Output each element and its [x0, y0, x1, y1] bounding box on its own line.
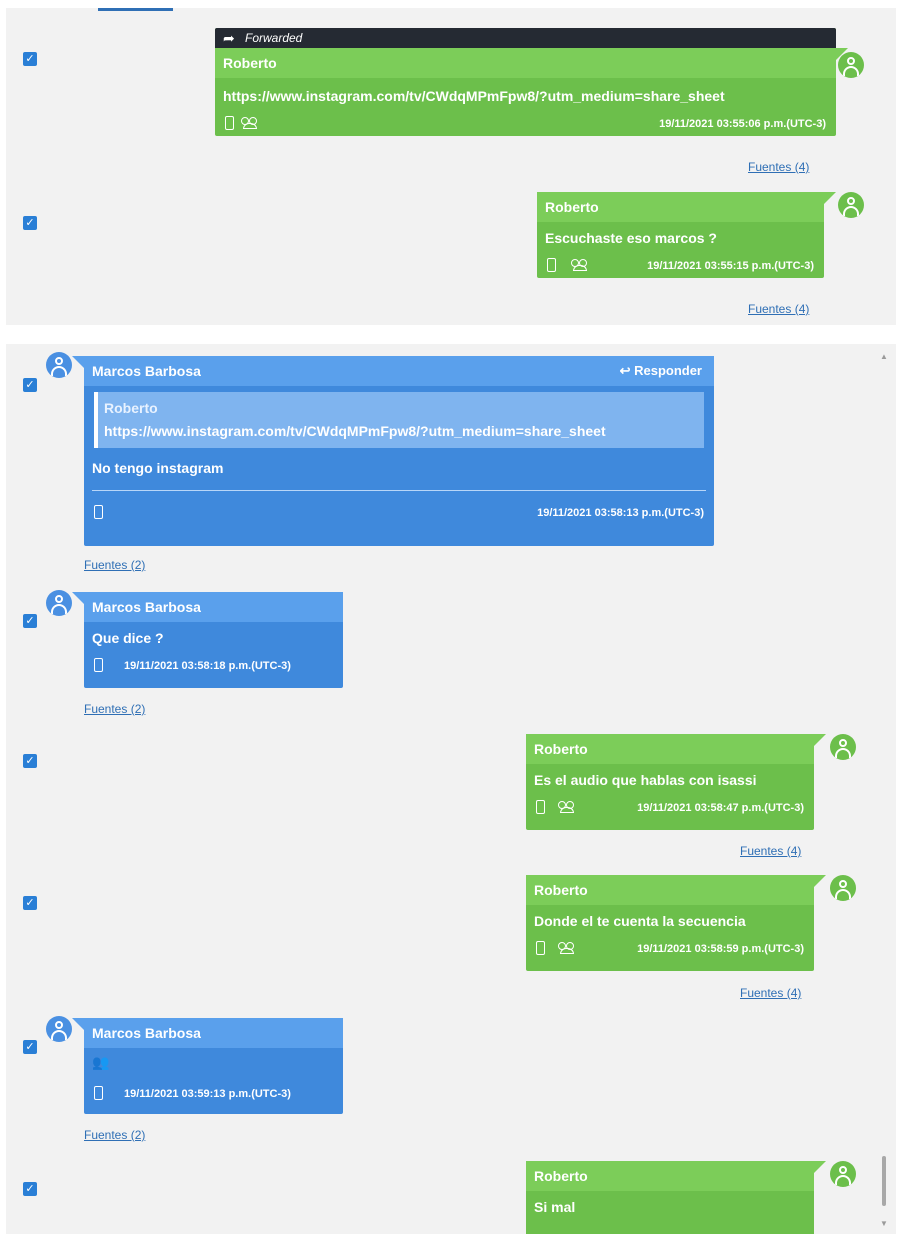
sources-link[interactable]: Fuentes (4)	[740, 986, 801, 1000]
message-bubble-outgoing[interactable]: Roberto Escuchaste eso marcos ? 19/11/20…	[537, 192, 836, 278]
forwarded-label: Forwarded	[245, 31, 303, 45]
message-bubble-outgoing[interactable]: ➦ Forwarded Roberto https://www.instagra…	[215, 28, 848, 136]
sources-link[interactable]: Fuentes (2)	[84, 558, 145, 572]
quoted-message[interactable]: Roberto https://www.instagram.com/tv/CWd…	[94, 392, 704, 448]
message-bubble-outgoing[interactable]: Roberto Si mal	[526, 1161, 826, 1234]
message-select-checkbox[interactable]: ✓	[23, 378, 37, 392]
message-sender: Marcos Barbosa	[84, 592, 343, 622]
phone-icon	[94, 505, 103, 519]
chat-panel-bottom: ✓ Marcos Barbosa ↩ Responder Roberto htt…	[6, 344, 896, 1234]
sources-link[interactable]: Fuentes (2)	[84, 702, 145, 716]
user-avatar-icon	[838, 192, 864, 218]
message-timestamp: 19/11/2021 03:58:47 p.m.(UTC-3)	[637, 802, 804, 814]
reply-label: Responder	[634, 363, 702, 378]
message-timestamp: 19/11/2021 03:59:13 p.m.(UTC-3)	[124, 1088, 291, 1100]
scroll-up-arrow-icon[interactable]: ▲	[880, 352, 888, 361]
message-text[interactable]: 👥	[84, 1048, 343, 1072]
message-bubble-incoming[interactable]: Marcos Barbosa Que dice ? 19/11/2021 03:…	[72, 592, 343, 688]
user-avatar-icon	[46, 590, 72, 616]
bubble-tail	[72, 356, 84, 368]
message-select-checkbox[interactable]: ✓	[23, 52, 37, 66]
message-text[interactable]: Donde el te cuenta la secuencia	[526, 905, 814, 931]
bubble-tail	[824, 192, 836, 204]
bubble-tail	[814, 875, 826, 887]
message-timestamp: 19/11/2021 03:58:18 p.m.(UTC-3)	[124, 660, 291, 672]
message-sender: Roberto	[526, 1161, 814, 1191]
message-text[interactable]: https://www.instagram.com/tv/CWdqMPmFpw8…	[215, 78, 836, 106]
message-text[interactable]: Escuchaste eso marcos ?	[537, 222, 824, 248]
message-timestamp: 19/11/2021 03:58:13 p.m.(UTC-3)	[537, 507, 704, 519]
group-icon	[571, 259, 589, 273]
bubble-tail	[72, 1018, 84, 1030]
message-bubble-incoming[interactable]: Marcos Barbosa 👥 19/11/2021 03:59:13 p.m…	[72, 1018, 343, 1114]
link-underline-fragment	[98, 8, 173, 11]
phone-icon	[536, 941, 545, 955]
group-icon	[558, 942, 576, 956]
message-text[interactable]: Que dice ?	[84, 622, 343, 648]
forwarded-bar: ➦ Forwarded	[215, 28, 836, 48]
group-icon	[241, 117, 259, 131]
message-sender: Roberto	[526, 734, 814, 764]
message-timestamp: 19/11/2021 03:55:15 p.m.(UTC-3)	[647, 260, 814, 272]
message-text[interactable]: No tengo instagram	[84, 448, 714, 478]
quoted-sender: Roberto	[104, 400, 158, 416]
message-select-checkbox[interactable]: ✓	[23, 216, 37, 230]
phone-icon	[536, 800, 545, 814]
chat-panel-top: ✓ ➦ Forwarded Roberto https://www.instag…	[6, 8, 896, 325]
user-avatar-icon	[838, 52, 864, 78]
user-avatar-icon	[830, 875, 856, 901]
message-sender: Roberto	[537, 192, 824, 222]
sources-link[interactable]: Fuentes (4)	[748, 302, 809, 316]
message-text[interactable]: Es el audio que hablas con isassi	[526, 764, 814, 790]
message-select-checkbox[interactable]: ✓	[23, 896, 37, 910]
message-bubble-outgoing[interactable]: Roberto Es el audio que hablas con isass…	[526, 734, 826, 830]
message-bubble-incoming[interactable]: Marcos Barbosa ↩ Responder Roberto https…	[72, 356, 714, 546]
sources-link[interactable]: Fuentes (2)	[84, 1128, 145, 1142]
bubble-tail	[814, 1161, 826, 1173]
phone-icon	[94, 1086, 103, 1100]
vertical-scrollbar[interactable]: ▲ ▼	[878, 344, 892, 1234]
user-avatar-icon	[46, 352, 72, 378]
message-timestamp: 19/11/2021 03:58:59 p.m.(UTC-3)	[637, 943, 804, 955]
forward-arrow-icon: ➦	[223, 30, 235, 46]
scrollbar-thumb[interactable]	[882, 1156, 886, 1206]
message-text[interactable]: Si mal	[526, 1191, 814, 1217]
reply-arrow-icon: ↩	[619, 363, 631, 378]
message-select-checkbox[interactable]: ✓	[23, 754, 37, 768]
phone-icon	[225, 116, 234, 130]
phone-icon	[547, 258, 556, 272]
sources-link[interactable]: Fuentes (4)	[748, 160, 809, 174]
user-avatar-icon	[830, 1161, 856, 1187]
sources-link[interactable]: Fuentes (4)	[740, 844, 801, 858]
message-bubble-outgoing[interactable]: Roberto Donde el te cuenta la secuencia …	[526, 875, 826, 971]
phone-icon	[94, 658, 103, 672]
message-select-checkbox[interactable]: ✓	[23, 1182, 37, 1196]
message-timestamp: 19/11/2021 03:55:06 p.m.(UTC-3)	[659, 118, 826, 130]
quoted-text: https://www.instagram.com/tv/CWdqMPmFpw8…	[104, 423, 606, 439]
bubble-tail	[72, 592, 84, 604]
user-avatar-icon	[46, 1016, 72, 1042]
group-icon	[558, 801, 576, 815]
message-sender: Marcos Barbosa	[84, 1018, 343, 1048]
message-select-checkbox[interactable]: ✓	[23, 614, 37, 628]
reply-button[interactable]: ↩ Responder	[620, 356, 702, 386]
message-select-checkbox[interactable]: ✓	[23, 1040, 37, 1054]
user-avatar-icon	[830, 734, 856, 760]
message-sender: Roberto	[526, 875, 814, 905]
bubble-tail	[814, 734, 826, 746]
scroll-down-arrow-icon[interactable]: ▼	[880, 1219, 888, 1228]
message-sender: Roberto	[215, 48, 836, 78]
